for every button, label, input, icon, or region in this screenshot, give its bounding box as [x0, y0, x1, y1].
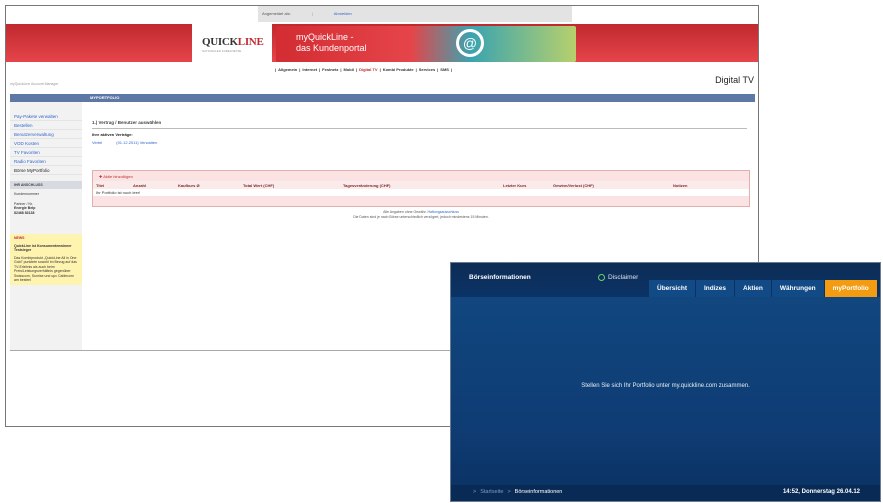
nav-item-allgemein[interactable]: Allgemein [278, 67, 297, 72]
sidebar-item-tv-favoriten[interactable]: TV Favoriten [10, 148, 82, 157]
haftung-link[interactable]: Haftungsausschluss [428, 210, 459, 214]
logged-in-label: Angemeldet als: [262, 11, 291, 16]
news-box: NEWS QuickLine ist Konsumentenwinner Tes… [10, 234, 82, 285]
clock: 14:52, Donnerstag 26.04.12 [782, 489, 860, 495]
vertrag-row[interactable]: Vertel (01.12.2011) Verwalten [92, 140, 171, 145]
tab-myportfolio[interactable]: myPortfolio [824, 280, 877, 297]
sidebar-item-pay-pakete[interactable]: Pay-Pakete verwalten [10, 112, 82, 121]
column-header[interactable]: Total Wert (CHF) [243, 183, 274, 188]
anschluss-header: IHR ANSCHLUSS [10, 181, 82, 189]
column-header[interactable]: Tagesveränderung (CHF) [343, 183, 391, 188]
tab-währungen[interactable]: Währungen [771, 280, 824, 297]
nav-item-digital-tv[interactable]: Digital TV [359, 67, 377, 72]
nav-item-kombi-produkte[interactable]: Kombi Produkte [383, 67, 414, 72]
chevron-right-icon: > [473, 489, 477, 495]
sidebar: Pay-Pakete verwalten Bestellen Benutzerv… [10, 102, 82, 350]
vertraege-label: Ihre aktiven Verträge: [92, 132, 133, 137]
breadcrumb-current: Börseinformationen [514, 489, 563, 495]
nav-item-services[interactable]: Services [419, 67, 435, 72]
portal-banner: myQuickLine - das Kundenportal @ [276, 26, 576, 62]
page-title: Digital TV [715, 75, 754, 85]
column-header[interactable]: Letzter Kurs [503, 183, 526, 188]
nav-item-mobil[interactable]: Mobil [344, 67, 354, 72]
chevron-right-icon: > [507, 489, 511, 495]
tab-übersicht[interactable]: Übersicht [649, 280, 695, 297]
tab-indizes[interactable]: Indizes [695, 280, 735, 297]
login-bar: Angemeldet als: | Abmelden [258, 6, 572, 22]
breadcrumb-home[interactable]: Startseite [480, 489, 503, 495]
breadcrumb: > Startseite > Börseinformationen [469, 489, 562, 495]
step-heading: 1.) Vertrag / Benutzer auswählen [92, 120, 162, 125]
column-header[interactable]: Titel [96, 183, 104, 188]
content-header-title: MYPORTFOLIO [90, 95, 120, 100]
main-nav: | Allgemein | Internet | Festnetz | Mobil | Digit… [275, 67, 453, 72]
quickline-logo[interactable]: QUICKLINE NATIONALEN KABELNETZE [192, 24, 272, 62]
tv-title: Börseinformationen [469, 274, 531, 281]
anschluss-box: Kundennummer Partner / Nr. Energie Belp … [14, 192, 39, 215]
logout-link[interactable]: Abmelden [334, 11, 352, 16]
nav-item-internet[interactable]: Internet [302, 67, 317, 72]
plus-icon: ✚ [99, 174, 103, 179]
at-icon: @ [456, 29, 484, 57]
account-manager-label: myQuickLine Account Manager [10, 82, 59, 86]
disclaimer-button[interactable]: Disclaimer [598, 274, 638, 281]
column-header[interactable]: Notizen [673, 183, 687, 188]
table-header: Titel Anzahl Kaufkurs Ø Total Wert (CHF) Tag… [93, 181, 749, 189]
column-header[interactable]: Gewinn/Verlust (CHF) [553, 183, 594, 188]
add-stock-button[interactable]: ✚ Aktie hinzufügen [93, 171, 749, 181]
tv-header: Börseinformationen Disclaimer Übersicht I… [451, 263, 880, 297]
column-header[interactable]: Kaufkurs Ø [178, 183, 200, 188]
content-header-bar: MYPORTFOLIO [10, 94, 755, 102]
nav-item-festnetz[interactable]: Festnetz [322, 67, 338, 72]
disclaimer-note: Alle Angaben ohne Gewähr. Haftungsaussch… [353, 210, 489, 219]
tv-tabs: Übersicht Indizes Aktien Währungen myPortfol… [649, 280, 878, 297]
nav-item-sms[interactable]: SMS [440, 67, 449, 72]
sidebar-item-vod-kosten[interactable]: VOD Kosten [10, 139, 82, 148]
sidebar-item-benutzerverwaltung[interactable]: Benutzerverwaltung [10, 130, 82, 139]
column-header[interactable]: Anzahl [133, 183, 146, 188]
sidebar-item-bestellen[interactable]: Bestellen [10, 121, 82, 130]
circle-icon [598, 274, 605, 281]
sidebar-item-radio-favoriten[interactable]: Radio Favoriten [10, 157, 82, 166]
tv-footer: > Startseite > Börseinformationen 14:52, Do… [451, 485, 880, 501]
tv-message: Stellen Sie sich Ihr Portfolio unter my.… [581, 383, 750, 389]
tv-screen: Börseinformationen Disclaimer Übersicht I… [450, 262, 881, 502]
portfolio-table: ✚ Aktie hinzufügen Titel Anzahl Kaufkurs Ø… [92, 170, 750, 207]
empty-message: Ihr Portfolio ist noch leer! [96, 190, 141, 195]
sidebar-item-myportfolio[interactable]: Börse MyPortfolio [10, 166, 82, 175]
tv-body: Stellen Sie sich Ihr Portfolio unter my.… [451, 297, 880, 487]
tab-aktien[interactable]: Aktien [735, 280, 771, 297]
